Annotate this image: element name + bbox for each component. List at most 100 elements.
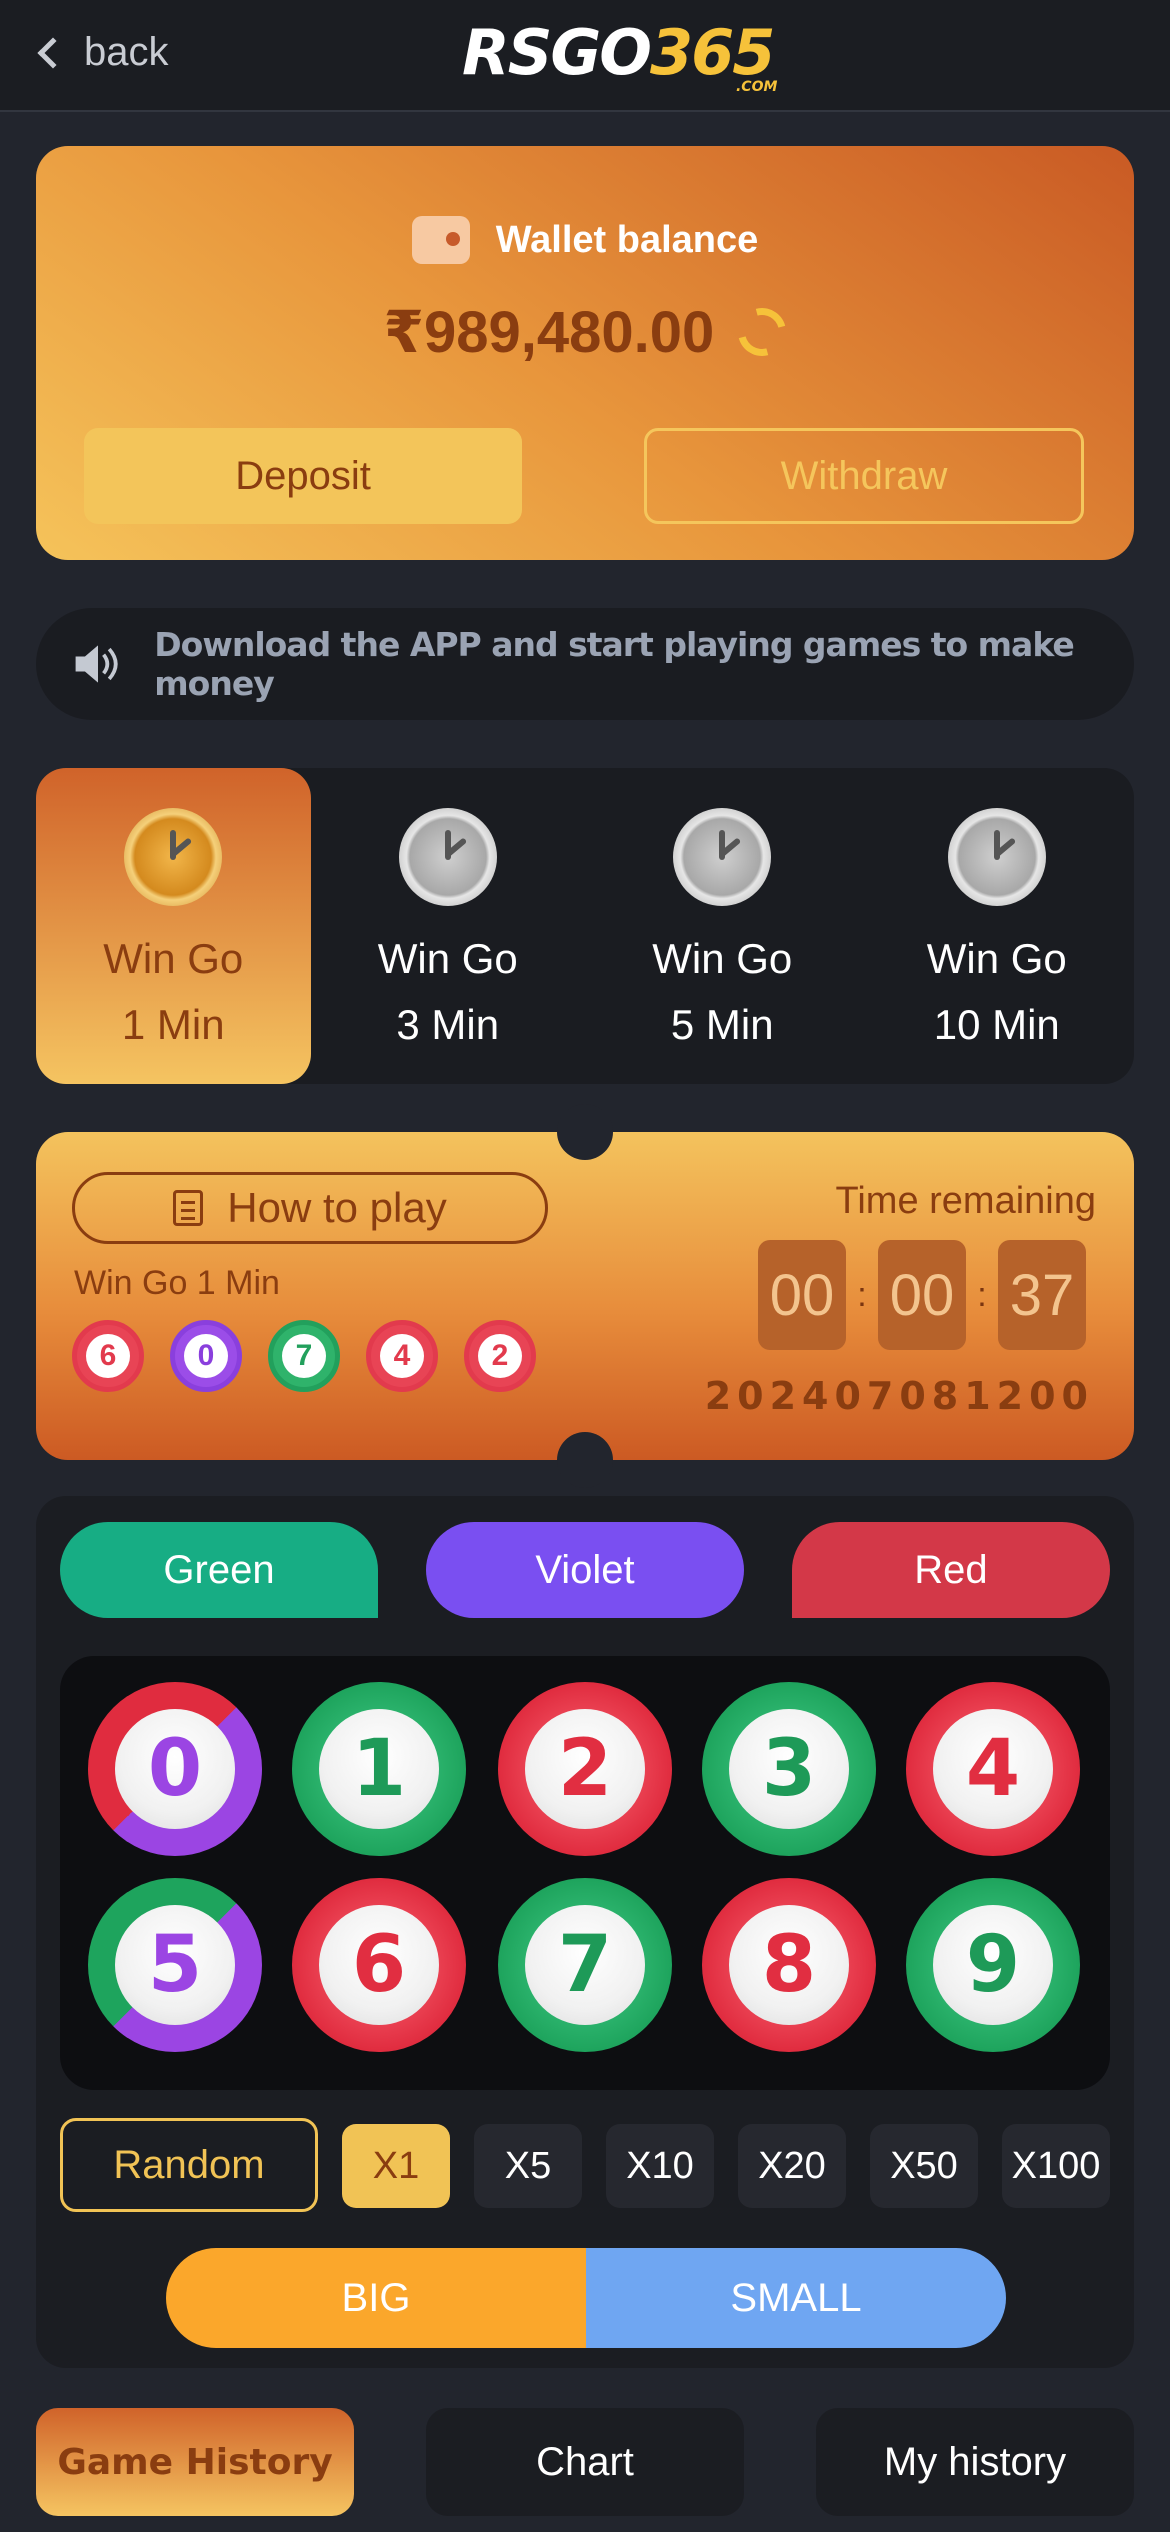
random-button[interactable]: Random [60,2118,318,2212]
number-label: 2 [525,1709,645,1829]
timer-separator: : [977,1275,987,1314]
tab-win-go-1-min[interactable]: Win Go 1 Min [36,768,311,1084]
game-mode-tabs: Win Go 1 Min Win Go 3 Min Win Go 5 Min W… [36,768,1134,1084]
recent-result-ball: 6 [72,1320,144,1392]
recent-result-number: 0 [184,1334,228,1378]
bet-panel: Green Violet Red 0 1 2 3 4 5 6 7 8 9 Ran… [36,1496,1134,2368]
deposit-button[interactable]: Deposit [84,428,522,524]
number-ball-8[interactable]: 8 [702,1878,876,2052]
timer-hours: 00 [758,1240,846,1350]
wallet-amount-row: ₹989,480.00 [36,298,1134,366]
multiplier-x1[interactable]: X1 [342,2124,450,2208]
how-to-play-label: How to play [227,1184,447,1231]
ticket-notch-top [557,1104,613,1160]
number-ball-1[interactable]: 1 [292,1682,466,1856]
timer-separator: : [857,1275,867,1314]
top-header: back RSGO365 .COM [0,0,1170,112]
period-number: 202407081200 [704,1374,1094,1418]
withdraw-button[interactable]: Withdraw [644,428,1084,524]
clock-icon [398,808,497,906]
tab-my-history[interactable]: My history [816,2408,1134,2516]
refresh-icon[interactable] [729,299,796,365]
number-label: 7 [525,1905,645,2025]
number-ball-0[interactable]: 0 [88,1682,262,1856]
multiplier-x10[interactable]: X10 [606,2124,714,2208]
countdown-timer: 00 : 00 : 37 [758,1240,1086,1350]
number-label: 0 [115,1709,235,1829]
number-label: 9 [933,1905,1053,2025]
round-info-card: How to play Win Go 1 Min 6 0 7 4 2 Time … [36,1104,1134,1488]
notice-text: Download the APP and start playing games… [154,625,1074,703]
back-label: back [84,30,169,74]
tab-game-history[interactable]: Game History [36,2408,354,2516]
tab-label-line1: Win Go [103,935,244,982]
tab-label-line2: 3 Min [396,1001,500,1048]
bet-green-button[interactable]: Green [60,1522,378,1618]
clock-icon [124,808,223,906]
recent-result-number: 2 [478,1334,522,1378]
number-ball-2[interactable]: 2 [498,1682,672,1856]
wallet-amount: ₹989,480.00 [383,300,715,365]
logo: RSGO365 .COM [462,16,777,95]
big-button[interactable]: BIG [166,2248,586,2348]
chevron-left-icon [37,36,69,69]
bet-violet-button[interactable]: Violet [426,1522,744,1618]
multiplier-x5[interactable]: X5 [474,2124,582,2208]
recent-result-ball: 4 [366,1320,438,1392]
number-ball-9[interactable]: 9 [906,1878,1080,2052]
recent-result-ball: 7 [268,1320,340,1392]
number-label: 3 [729,1709,849,1829]
number-label: 6 [319,1905,439,2025]
number-label: 8 [729,1905,849,2025]
rules-icon [173,1190,204,1226]
multiplier-x100[interactable]: X100 [1002,2124,1110,2208]
number-label: 5 [115,1905,235,2025]
tab-label-line2: 5 Min [670,1001,774,1048]
how-to-play-button[interactable]: How to play [72,1172,548,1244]
tab-win-go-10-min[interactable]: Win Go 10 Min [860,768,1135,1084]
game-name: Win Go 1 Min [74,1264,280,1302]
small-button[interactable]: SMALL [586,2248,1006,2348]
number-ball-6[interactable]: 6 [292,1878,466,2052]
recent-result-number: 7 [282,1334,326,1378]
tab-label-line1: Win Go [926,935,1067,982]
time-remaining-label: Time remaining [835,1180,1096,1222]
tab-label-line2: 1 Min [121,1001,225,1048]
multiplier-x20[interactable]: X20 [738,2124,846,2208]
tab-label-line2: 10 Min [933,1001,1060,1048]
tab-label-line1: Win Go [377,935,518,982]
big-small-toggle: BIG SMALL [166,2248,1006,2348]
back-button[interactable]: back [34,30,169,75]
number-ball-4[interactable]: 4 [906,1682,1080,1856]
timer-minutes: 00 [878,1240,966,1350]
wallet-title: Wallet balance [495,218,759,261]
recent-result-ball: 0 [170,1320,242,1392]
tab-chart[interactable]: Chart [426,2408,744,2516]
bet-red-button[interactable]: Red [792,1522,1110,1618]
wallet-card: Wallet balance ₹989,480.00 Deposit Withd… [36,146,1134,560]
notice-bar[interactable]: Download the APP and start playing games… [36,608,1134,720]
wallet-icon [411,216,470,264]
logo-suffix: .COM [735,79,778,95]
tab-label-line1: Win Go [652,935,793,982]
ticket-notch-bottom [557,1432,613,1488]
tab-win-go-5-min[interactable]: Win Go 5 Min [585,768,860,1084]
number-label: 1 [319,1709,439,1829]
recent-results: 6 0 7 4 2 [72,1320,536,1392]
number-grid: 0 1 2 3 4 5 6 7 8 9 [60,1656,1110,2090]
clock-icon [947,808,1046,906]
number-ball-3[interactable]: 3 [702,1682,876,1856]
number-ball-5[interactable]: 5 [88,1878,262,2052]
speaker-icon [75,645,118,683]
recent-result-ball: 2 [464,1320,536,1392]
timer-seconds: 37 [998,1240,1086,1350]
clock-icon [673,808,772,906]
multiplier-x50[interactable]: X50 [870,2124,978,2208]
number-label: 4 [933,1709,1053,1829]
recent-result-number: 4 [380,1334,424,1378]
logo-text: RSGO [462,16,652,89]
tab-win-go-3-min[interactable]: Win Go 3 Min [311,768,586,1084]
wallet-title-row: Wallet balance [36,216,1134,264]
recent-result-number: 6 [86,1334,130,1378]
number-ball-7[interactable]: 7 [498,1878,672,2052]
